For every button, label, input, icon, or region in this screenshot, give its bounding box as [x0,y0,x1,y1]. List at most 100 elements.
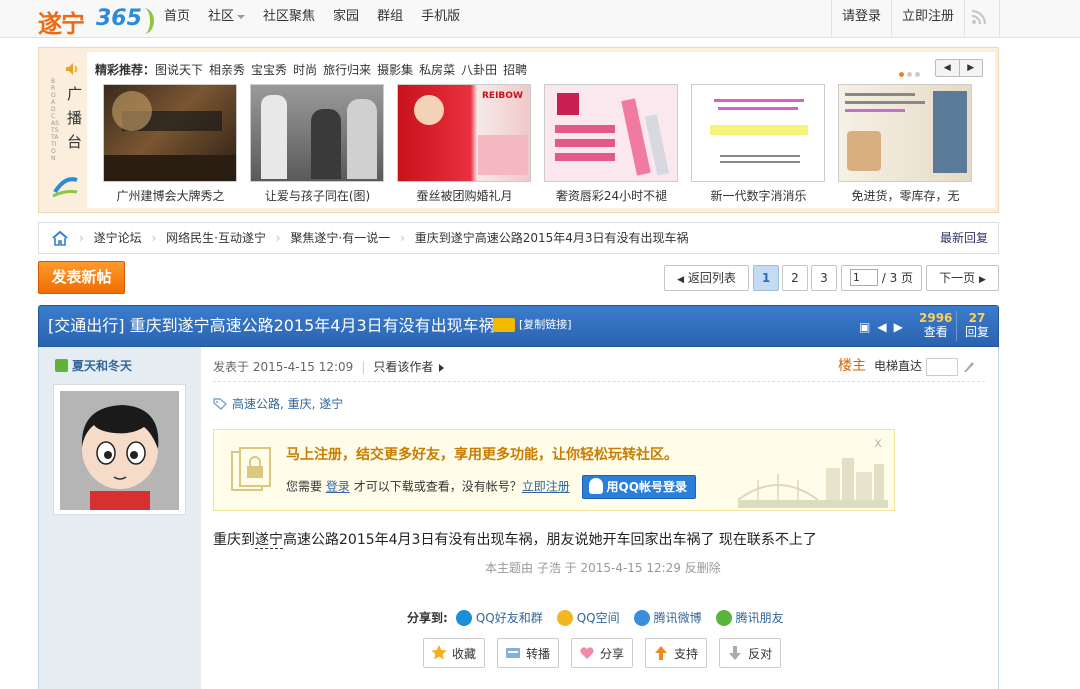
broadcast-item[interactable]: 奢资唇彩24小时不褪 [538,84,685,204]
broadcast-caption: 蚕丝被团购婚礼月 [416,189,513,203]
pick-link[interactable]: 时尚 [293,63,317,77]
nav-item-community-focus[interactable]: 社区聚焦 [263,0,325,38]
post-tag-list[interactable]: 高速公路, 重庆, 遂宁 [232,397,343,411]
reply-count-value: 27 [968,311,986,325]
pick-link[interactable]: 招聘 [503,63,527,77]
carousel-dot[interactable] [899,72,904,77]
register-text: 您需要 登录 才可以下载或查看，没有帐号？立即注册 用QQ帐号登录 [286,475,696,499]
post-author-panel: 夏天和冬天 [39,347,201,689]
floor-jump-input[interactable] [926,357,958,376]
rebroadcast-button[interactable]: 转播 [497,638,560,668]
share-tencent-weibo[interactable]: 腾讯微博 [633,609,702,626]
qq-login-label: 用QQ帐号登录 [606,480,687,494]
play-arrow-icon [439,363,445,372]
home-icon[interactable] [51,230,69,246]
carousel-prev-icon[interactable]: ◀ [936,60,960,76]
broadcast-item[interactable]: 新一代数字消消乐 [685,84,832,204]
post-keyword-link[interactable]: 遂宁 [255,532,283,549]
only-author-link[interactable]: 只看该作者 [373,360,445,374]
new-post-button[interactable]: 发表新帖 [38,261,125,294]
breadcrumb-item-current[interactable]: 重庆到遂宁高速公路2015年4月3日有没有出现车祸 [415,231,689,245]
rss-icon [971,9,987,25]
pick-link[interactable]: 相亲秀 [209,63,245,77]
login-link[interactable]: 登录 [326,480,350,494]
city-skyline-illustration [738,458,888,508]
thread-title[interactable]: [交通出行] 重庆到遂宁高速公路2015年4月3日有没有出现车祸 [48,306,495,346]
print-icon[interactable]: ▣ [859,320,870,334]
pick-link[interactable]: 旅行归来 [323,63,371,77]
star-icon [431,645,447,660]
share-bar: 分享到: QQ好友和群 QQ空间 腾讯微博 腾讯朋友 [407,609,798,626]
nav-item-home[interactable]: 首页 [164,0,200,38]
pencil-icon[interactable] [962,360,976,374]
post-tags: 高速公路, 重庆, 遂宁 [213,395,343,412]
broadcast-image [691,84,825,182]
breadcrumb: › 遂宁论坛 › 网络民生·互动遂宁 › 聚焦遂宁·有一说一 › 重庆到遂宁高速… [38,222,999,254]
chevron-down-icon [237,14,246,19]
carousel-dot[interactable] [915,72,920,77]
breadcrumb-item[interactable]: 遂宁论坛 [94,231,142,245]
copy-link-button[interactable]: [复制链接] [493,316,572,332]
breadcrumb-separator: › [79,231,84,245]
share-qq[interactable]: QQ好友和群 [455,609,543,626]
carousel-next-icon[interactable]: ▶ [960,60,983,76]
broadcast-item[interactable]: 免进货，零库存，无 [832,84,979,204]
page-link[interactable]: 3 [811,265,837,291]
avatar[interactable] [53,384,186,515]
login-link[interactable]: 请登录 [832,0,893,38]
broadcast-item[interactable]: REIBOW 蚕丝被团购婚礼月 [391,84,538,204]
copy-link-label: [复制链接] [519,318,572,331]
post-content: 重庆到遂宁高速公路2015年4月3日有没有出现车祸，朋友说她开车回家出车祸了 现… [213,529,817,549]
breadcrumb-item[interactable]: 聚焦遂宁·有一说一 [290,231,390,245]
pick-link[interactable]: 摄影集 [377,63,413,77]
share-tencent-friend[interactable]: 腾讯朋友 [715,609,784,626]
share-qzone-label: QQ空间 [576,611,620,625]
prev-thread-icon[interactable]: ◀ [877,320,886,334]
qq-login-button[interactable]: 用QQ帐号登录 [581,475,696,499]
nav-item-mobile[interactable]: 手机版 [421,0,470,38]
share-friend-label: 腾讯朋友 [735,611,784,625]
support-button[interactable]: 支持 [645,638,708,668]
pick-link[interactable]: 八卦田 [461,63,497,77]
pick-link[interactable]: 宝宝秀 [251,63,287,77]
latest-reply-link[interactable]: 最新回复 [940,223,988,253]
breadcrumb-item[interactable]: 网络民生·互动遂宁 [166,231,266,245]
heart-icon [580,647,594,659]
page-link-current[interactable]: 1 [753,265,779,291]
broadcast-item[interactable]: 广州建博会大牌秀之 [97,84,244,204]
breadcrumb-separator: › [151,231,157,245]
pick-link[interactable]: 私房菜 [419,63,455,77]
carousel-dot[interactable] [907,72,912,77]
divider [956,311,957,341]
post-meta: 发表于 2015-4-15 12:09 | 只看该作者 [213,358,445,375]
next-page-button[interactable]: 下一页 ▶ [926,265,999,291]
nav-item-home-garden[interactable]: 家园 [333,0,369,38]
rebroadcast-label: 转播 [526,646,551,661]
breadcrumb-separator: › [275,231,281,245]
register-link[interactable]: 立即注册 [892,0,966,38]
oppose-button[interactable]: 反对 [719,638,782,668]
next-page-label: 下一页 [939,271,976,285]
favorite-button[interactable]: 收藏 [423,638,486,668]
broadcast-caption: 让爱与孩子同在(图) [264,189,371,203]
rss-button[interactable] [958,0,1000,38]
share-button[interactable]: 分享 [571,638,634,668]
nav-item-community[interactable]: 社区 [208,0,255,38]
page-jump: 1 / 3 页 [841,265,922,291]
close-icon[interactable]: x [874,436,882,451]
next-thread-icon[interactable]: ▶ [894,320,903,334]
page-total: / 3 页 [881,271,914,285]
nav-item-groups[interactable]: 群组 [377,0,413,38]
page-link[interactable]: 2 [782,265,808,291]
broadcast-image [103,84,237,182]
broadcast-item[interactable]: 让爱与孩子同在(图) [244,84,391,204]
share-qzone[interactable]: QQ空间 [556,609,620,626]
logo-swoosh [134,8,154,34]
page-jump-input[interactable]: 1 [849,269,878,286]
register-link[interactable]: 立即注册 [522,480,570,494]
site-logo[interactable]: 遂宁 365 [38,2,158,38]
author-name[interactable]: 夏天和冬天 [55,357,132,374]
share-qq-label: QQ好友和群 [475,611,543,625]
pick-link[interactable]: 图说天下 [155,63,203,77]
back-to-list-button[interactable]: ◀ 返回列表 [664,265,749,291]
